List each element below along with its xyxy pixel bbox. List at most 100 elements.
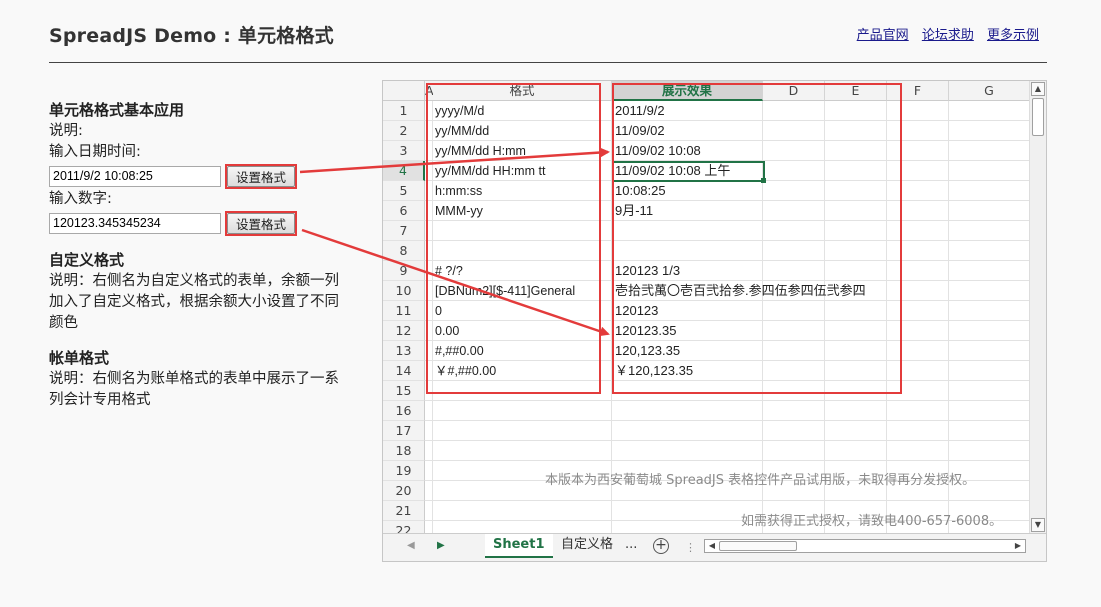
row-header[interactable]: 2 bbox=[383, 121, 425, 141]
scroll-down-icon[interactable]: ▼ bbox=[1031, 518, 1045, 532]
result-cell[interactable]: 11/09/02 bbox=[615, 121, 665, 141]
row-header[interactable]: 3 bbox=[383, 141, 425, 161]
scroll-right-icon[interactable]: ▶ bbox=[1012, 540, 1024, 552]
grid-row-line bbox=[425, 400, 1030, 401]
tab-next-icon[interactable]: ▶ bbox=[437, 540, 445, 551]
scroll-up-icon[interactable]: ▲ bbox=[1031, 82, 1045, 96]
grid-row-line bbox=[425, 380, 1030, 381]
row-header[interactable]: 19 bbox=[383, 461, 425, 481]
custom-section-title: 自定义格式 bbox=[49, 251, 125, 269]
format-cell[interactable]: [DBNum2][$-411]General bbox=[435, 281, 575, 301]
row-header[interactable]: 17 bbox=[383, 421, 425, 441]
format-cell[interactable]: yy/MM/dd HH:mm tt bbox=[435, 161, 545, 181]
column-header-2[interactable]: 展示效果 bbox=[612, 81, 763, 101]
row-header[interactable]: 10 bbox=[383, 281, 425, 301]
fill-handle[interactable] bbox=[761, 178, 766, 183]
row-header[interactable]: 8 bbox=[383, 241, 425, 261]
tab-custom-format[interactable]: 自定义格 bbox=[553, 534, 621, 558]
add-sheet-icon[interactable]: + bbox=[653, 538, 669, 554]
tab-sheet1[interactable]: Sheet1 bbox=[485, 534, 553, 558]
grid-row-line bbox=[425, 500, 1030, 501]
result-cell[interactable]: 9月-11 bbox=[615, 201, 653, 221]
bill-section-title: 帐单格式 bbox=[49, 349, 110, 367]
format-cell[interactable]: ￥#,##0.00 bbox=[435, 361, 496, 381]
column-header-6[interactable]: G bbox=[949, 81, 1030, 101]
result-cell[interactable]: 2011/9/2 bbox=[615, 101, 665, 121]
grid-row-line bbox=[425, 220, 1030, 221]
tab-splitter-icon[interactable]: ⋮ bbox=[685, 541, 696, 554]
result-cell[interactable]: 壱拾弐萬〇壱百弐拾参.参四伍参四伍弐参四 bbox=[615, 281, 866, 301]
format-cell[interactable]: yyyy/M/d bbox=[435, 101, 484, 121]
vertical-scrollbar[interactable]: ▲ ▼ bbox=[1029, 81, 1046, 535]
scroll-left-icon[interactable]: ◀ bbox=[706, 540, 718, 552]
sheet-tab-bar: ◀ ▶ Sheet1 自定义格 ... + ⋮ ◀ ▶ bbox=[383, 533, 1046, 561]
tab-more[interactable]: ... bbox=[617, 534, 645, 558]
grid-row-line bbox=[425, 260, 1030, 261]
grid-row-line bbox=[425, 120, 1030, 121]
product-site-link[interactable]: 产品官网 bbox=[857, 28, 909, 43]
grid-row-line bbox=[425, 320, 1030, 321]
format-cell[interactable]: MMM-yy bbox=[435, 201, 483, 221]
grid-column-line bbox=[432, 101, 433, 541]
selected-cell bbox=[612, 161, 765, 182]
result-cell[interactable]: 120123 bbox=[615, 301, 658, 321]
column-header-1[interactable]: 格式 bbox=[433, 81, 612, 101]
horizontal-scroll-thumb[interactable] bbox=[719, 541, 797, 551]
result-cell[interactable]: 120,123.35 bbox=[615, 341, 680, 361]
column-header-5[interactable]: F bbox=[887, 81, 949, 101]
row-header[interactable]: 4 bbox=[383, 161, 425, 181]
result-cell[interactable]: 120123.35 bbox=[615, 321, 676, 341]
row-header[interactable]: 1 bbox=[383, 101, 425, 121]
grid-row-line bbox=[425, 420, 1030, 421]
set-number-format-button[interactable]: 设置格式 bbox=[227, 212, 295, 234]
desc-label: 说明: bbox=[49, 123, 83, 139]
column-header-3[interactable]: D bbox=[763, 81, 825, 101]
result-cell[interactable]: 120123 1/3 bbox=[615, 261, 680, 281]
format-cell[interactable]: 0 bbox=[435, 301, 442, 321]
result-cell[interactable]: 10:08:25 bbox=[615, 181, 666, 201]
trial-watermark-line1: 本版本为西安葡萄城 SpreadJS 表格控件产品试用版，未取得再分发授权。 bbox=[545, 473, 976, 488]
row-header[interactable]: 15 bbox=[383, 381, 425, 401]
custom-description: 说明：右侧名为自定义格式的表单，余额一列加入了自定义格式，根据余额大小设置了不同… bbox=[49, 273, 339, 331]
result-cell[interactable]: ￥120,123.35 bbox=[615, 361, 693, 381]
left-panel: 单元格格式基本应用 说明: 输入日期时间: 设置格式 输入数字: 设置格式 自定… bbox=[49, 100, 349, 411]
sheet-corner[interactable] bbox=[383, 81, 425, 101]
row-header[interactable]: 7 bbox=[383, 221, 425, 241]
grid-row-line bbox=[425, 240, 1030, 241]
row-header[interactable]: 13 bbox=[383, 341, 425, 361]
more-examples-link[interactable]: 更多示例 bbox=[987, 28, 1039, 43]
top-links: 产品官网 论坛求助 更多示例 bbox=[848, 24, 1039, 43]
row-header[interactable]: 21 bbox=[383, 501, 425, 521]
vertical-scroll-thumb[interactable] bbox=[1032, 98, 1044, 136]
format-cell[interactable]: #,##0.00 bbox=[435, 341, 484, 361]
grid-row-line bbox=[425, 460, 1030, 461]
column-header-4[interactable]: E bbox=[825, 81, 887, 101]
header-divider bbox=[49, 62, 1047, 63]
format-cell[interactable]: yy/MM/dd H:mm bbox=[435, 141, 526, 161]
date-input[interactable] bbox=[49, 165, 221, 187]
row-header[interactable]: 5 bbox=[383, 181, 425, 201]
format-cell[interactable]: h:mm:ss bbox=[435, 181, 482, 201]
forum-link[interactable]: 论坛求助 bbox=[922, 28, 974, 43]
row-header[interactable]: 12 bbox=[383, 321, 425, 341]
horizontal-scrollbar[interactable]: ◀ ▶ bbox=[704, 539, 1026, 553]
row-header[interactable]: 9 bbox=[383, 261, 425, 281]
date-row: 设置格式 bbox=[49, 163, 349, 189]
row-header[interactable]: 11 bbox=[383, 301, 425, 321]
grid-row-line bbox=[425, 200, 1030, 201]
grid-row-line bbox=[425, 440, 1030, 441]
result-cell[interactable]: 11/09/02 10:08 bbox=[615, 141, 701, 161]
row-header[interactable]: 16 bbox=[383, 401, 425, 421]
row-header[interactable]: 20 bbox=[383, 481, 425, 501]
set-date-format-button[interactable]: 设置格式 bbox=[227, 165, 295, 187]
format-cell[interactable]: # ?/? bbox=[435, 261, 463, 281]
row-header[interactable]: 6 bbox=[383, 201, 425, 221]
format-cell[interactable]: yy/MM/dd bbox=[435, 121, 489, 141]
format-cell[interactable]: 0.00 bbox=[435, 321, 459, 341]
spreadsheet[interactable]: A 格式 展示效果 D E F G 1 2 3 4 5 6 7 8 9 10 11 12 13 14 15 16 17 18 1… bbox=[382, 80, 1047, 562]
number-input[interactable] bbox=[49, 212, 221, 234]
row-header[interactable]: 18 bbox=[383, 441, 425, 461]
number-label: 输入数字: bbox=[49, 191, 112, 207]
row-header[interactable]: 14 bbox=[383, 361, 425, 381]
tab-prev-icon[interactable]: ◀ bbox=[407, 540, 415, 551]
